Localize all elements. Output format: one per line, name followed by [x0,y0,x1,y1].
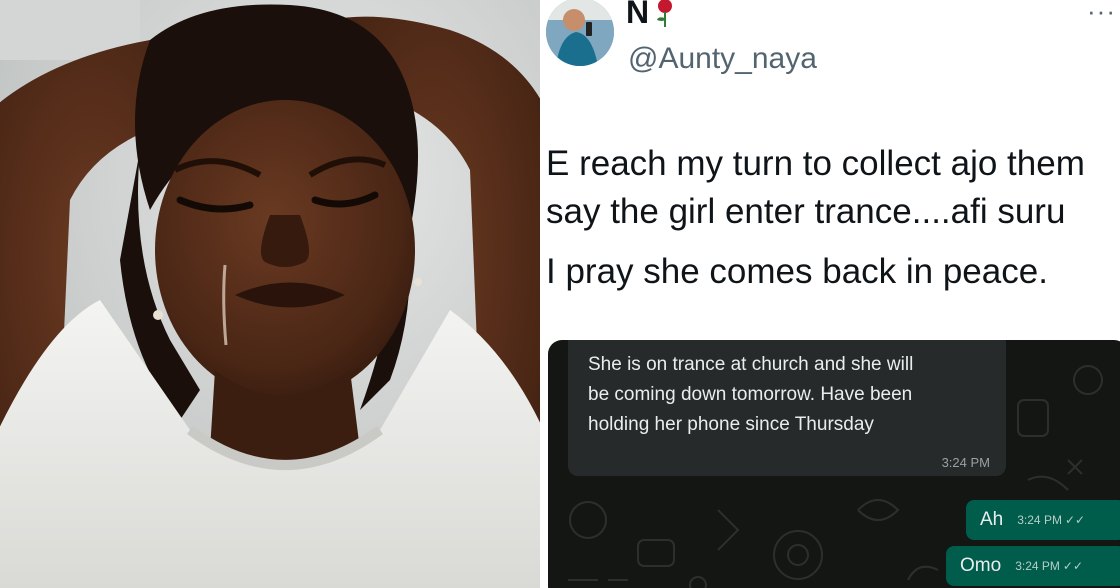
incoming-message-text: She is on trance at church and she will … [588,350,996,440]
incoming-message[interactable]: She is on trance at church and she will … [568,340,1006,476]
tweet-line: E reach my turn to collect ajo them [546,144,1085,183]
outgoing-message[interactable]: Ah 3:24 PM ✓✓ [966,500,1120,540]
tweet-body: E reach my turn to collect ajo them say … [546,140,1120,296]
crying-woman-illustration [0,0,540,588]
tweet-line: say the girl enter trance....afi suru [546,192,1066,231]
double-check-icon: ✓✓ [1062,559,1083,573]
rose-emoji-icon [654,0,676,28]
tweet-line: I pray she comes back in peace. [546,252,1048,291]
outgoing-message-time: 3:24 PM [1015,559,1060,573]
chat-screenshot: She is on trance at church and she will … [548,340,1120,588]
photo-crying-woman [0,0,540,588]
tweet-author[interactable]: N [626,0,676,31]
incoming-line: holding her phone since Thursday [588,414,874,435]
avatar[interactable] [546,0,614,66]
outgoing-message-time: 3:24 PM [1017,513,1062,527]
incoming-message-time: 3:24 PM [941,455,990,470]
outgoing-message[interactable]: Omo 3:24 PM ✓✓ [946,546,1120,586]
outgoing-message-text: Omo [960,555,1002,576]
tweet-card: N @Aunty_naya ··· E reach my turn to col… [540,0,1120,588]
outgoing-message-text: Ah [980,509,1004,530]
user-handle[interactable]: @Aunty_naya [628,42,817,76]
display-name[interactable]: N [626,0,650,31]
incoming-line: be coming down tomorrow. Have been [588,384,913,405]
more-options-icon[interactable]: ··· [1087,0,1116,27]
avatar-photo-icon [546,0,614,66]
incoming-line: She is on trance at church and she will [588,354,914,375]
double-check-icon: ✓✓ [1064,513,1086,527]
